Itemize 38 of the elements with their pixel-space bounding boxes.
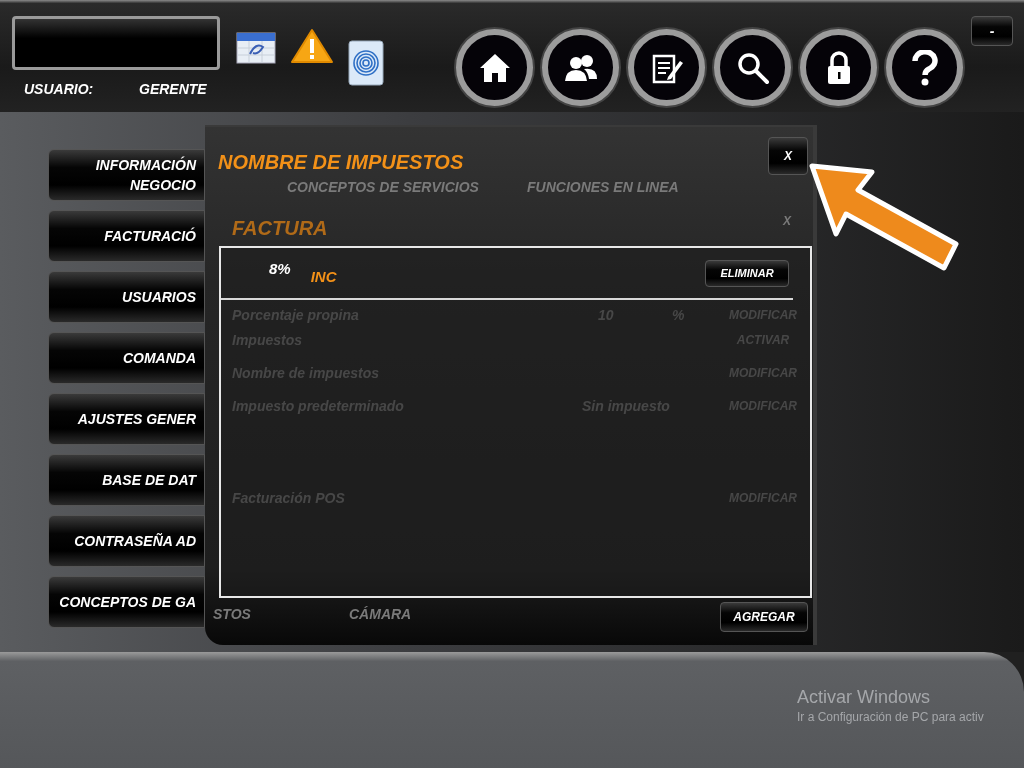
tax-name: INC [310,267,337,287]
question-mark-icon [910,49,939,86]
nav-button[interactable] [800,29,877,106]
sidebar-item[interactable]: CONTRASEÑA AD [48,515,205,567]
add-button[interactable]: AGREGAR [720,602,808,632]
fingerprint-icon[interactable] [348,40,384,86]
nav-button[interactable] [456,29,533,106]
search-icon [735,50,770,85]
nav-button[interactable] [542,29,619,106]
delete-button[interactable]: ELIMINAR [705,260,789,287]
background-tab-label: CÁMARA [349,606,412,622]
background-tab-label: CONCEPTOS DE SERVICIOS [287,179,479,195]
user-label: USUARIO: [24,80,95,99]
sidebar-item[interactable]: USUARIOS [48,271,205,323]
users-icon [563,52,598,83]
nav-button[interactable] [628,29,705,106]
minimize-button[interactable]: - [971,16,1013,46]
background-close-icon: X [783,212,791,230]
padlock-icon [825,50,852,85]
background-tab-label: STOS [213,606,251,622]
sidebar-item[interactable]: BASE DE DAT [48,454,205,506]
sidebar-item[interactable]: COMANDA [48,332,205,384]
sidebar-item[interactable]: CONCEPTOS DE GA [48,576,205,628]
warning-icon[interactable] [290,28,334,64]
sidebar-item[interactable]: AJUSTES GENER [48,393,205,445]
sidebar-item[interactable]: INFORMACIÓN NEGOCIO [48,149,205,201]
activation-text: Ir a Configuración de PC para activ [797,709,985,726]
tax-rate: 8% [269,259,291,279]
nav-button[interactable] [886,29,963,106]
background-panel-title: FACTURA [232,216,328,241]
user-name: GERENTE [139,80,207,99]
setting-unit: % [672,307,685,323]
dialog-title: NOMBRE DE IMPUESTOS [218,151,464,173]
activation-title: Activar Windows [797,686,932,708]
close-button[interactable]: X [768,137,808,175]
nav-button[interactable] [714,29,791,106]
sidebar-item[interactable]: FACTURACIÓ [48,210,205,262]
background-tab-label: FUNCIONES EN LINEA [527,179,679,195]
